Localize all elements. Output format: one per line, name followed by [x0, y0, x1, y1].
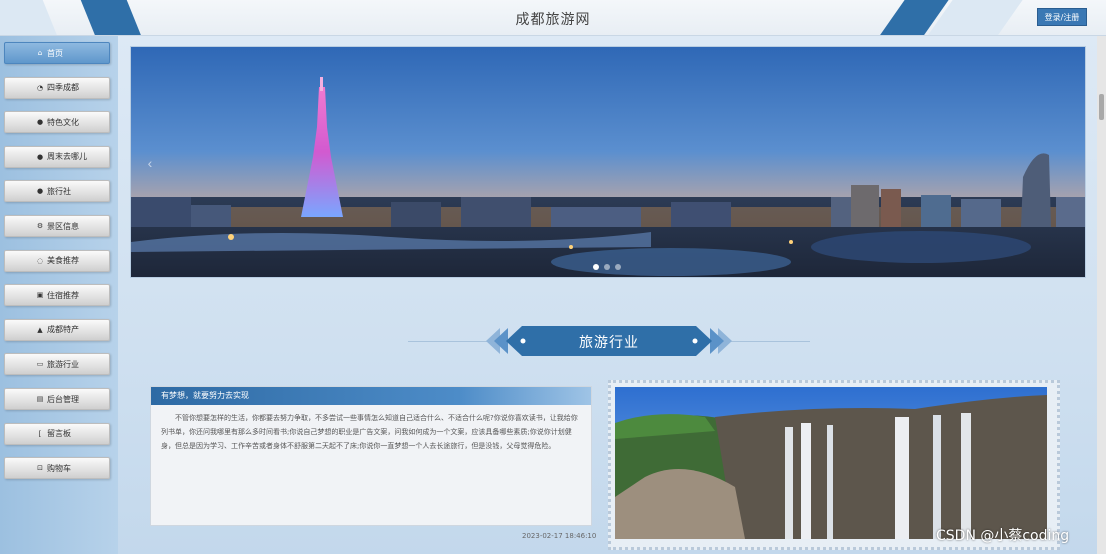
header: 成都旅游网 登录/注册 — [0, 0, 1106, 36]
circle-icon: ◌ — [36, 256, 44, 265]
carousel-dot[interactable] — [604, 264, 610, 270]
sidebar-item-label: 购物车 — [47, 463, 71, 473]
sidebar-item[interactable]: ▤ 后台管理 — [4, 388, 110, 410]
sidebar-item-label: 周末去哪儿 — [47, 152, 87, 162]
news-body: 不管你想要怎样的生活，你都要去努力争取，不多尝试一些事情怎么知道自己适合什么、不… — [161, 414, 578, 450]
carousel-dot[interactable] — [615, 264, 621, 270]
section-title: 旅游行业 — [579, 335, 639, 351]
sidebar-item-label: 成都特产 — [47, 325, 79, 335]
gear-icon: ⚙ — [36, 222, 44, 230]
sidebar-item[interactable]: ⌂ 首页 — [4, 42, 110, 64]
monitor-icon: ▤ — [36, 395, 44, 403]
sidebar-item[interactable]: ● 特色文化 — [4, 111, 110, 134]
sidebar-item[interactable]: ● 旅行社 — [4, 180, 110, 203]
carousel-prev-button[interactable]: ‹ — [141, 151, 159, 175]
login-register-button[interactable]: 登录/注册 — [1037, 8, 1087, 26]
sidebar-item[interactable]: ⊡ 购物车 — [4, 457, 110, 480]
sidebar-item[interactable]: ▭ 旅游行业 — [4, 353, 110, 376]
scrollbar-thumb[interactable] — [1099, 94, 1104, 120]
sidebar-item-label: 后台管理 — [47, 394, 79, 404]
car-icon: ▲ — [37, 325, 43, 334]
city-skyline-image — [131, 47, 1085, 277]
info-icon: ● — [36, 118, 44, 127]
sidebar-item-label: 旅行社 — [47, 186, 71, 196]
main-content: ‹ 旅游行业 有梦想，就要努力去实现 不管你想要怎样的生活，你都要去努力争取，不… — [118, 36, 1106, 554]
news-date: 2023-02-17 18:46:10 — [522, 532, 597, 540]
banner-carousel[interactable]: ‹ — [130, 46, 1086, 278]
sidebar-item-label: 旅游行业 — [47, 359, 79, 369]
sidebar-item[interactable]: ● 周末去哪儿 — [4, 145, 110, 168]
sidebar-item-label: 美食推荐 — [47, 256, 79, 266]
section-divider — [730, 341, 810, 342]
news-card[interactable]: 有梦想，就要努力去实现 不管你想要怎样的生活，你都要去努力争取，不多尝试一些事情… — [150, 386, 592, 526]
watermark: CSDN @小蔡coding — [936, 528, 1070, 544]
carousel-indicators — [593, 264, 621, 270]
home-icon: ⌂ — [37, 49, 43, 57]
bag-icon: ◔ — [36, 83, 44, 92]
sidebar-item-label: 首页 — [47, 48, 63, 58]
sidebar-item-label: 特色文化 — [47, 117, 79, 127]
sidebar: ⌂ 首页 ◔ 四季成都 ● 特色文化 ● 周末去哪儿 ● 旅行社 ⚙ 景区信息 ◌ 美食推荐 ▣ 住宿推荐 ▲ 成… — [0, 36, 118, 554]
sidebar-item-label: 留言板 — [47, 429, 71, 439]
sidebar-item[interactable]: ⚙ 景区信息 — [4, 215, 110, 237]
news-heading[interactable]: 有梦想，就要努力去实现 — [151, 387, 591, 405]
sidebar-item[interactable]: ◌ 美食推荐 — [4, 249, 110, 272]
info-icon: ● — [36, 187, 44, 196]
sidebar-item-label: 景区信息 — [47, 221, 79, 231]
sidebar-item[interactable]: [ 留言板 — [4, 422, 110, 445]
section-divider — [408, 341, 488, 342]
sidebar-item[interactable]: ◔ 四季成都 — [4, 76, 110, 99]
info-icon: ● — [36, 152, 44, 161]
waterfall-image — [615, 387, 1047, 539]
cart-icon: ⊡ — [37, 464, 43, 473]
building-icon: ▣ — [36, 291, 44, 300]
document-icon: ▭ — [36, 360, 44, 369]
carousel-dot[interactable] — [593, 264, 599, 270]
site-title: 成都旅游网 — [515, 12, 591, 28]
sidebar-item[interactable]: ▣ 住宿推荐 — [4, 284, 110, 307]
sidebar-item-label: 住宿推荐 — [47, 290, 79, 300]
bracket-icon: [ — [38, 429, 42, 438]
sidebar-item[interactable]: ▲ 成都特产 — [4, 318, 110, 341]
sidebar-item-label: 四季成都 — [47, 83, 79, 93]
